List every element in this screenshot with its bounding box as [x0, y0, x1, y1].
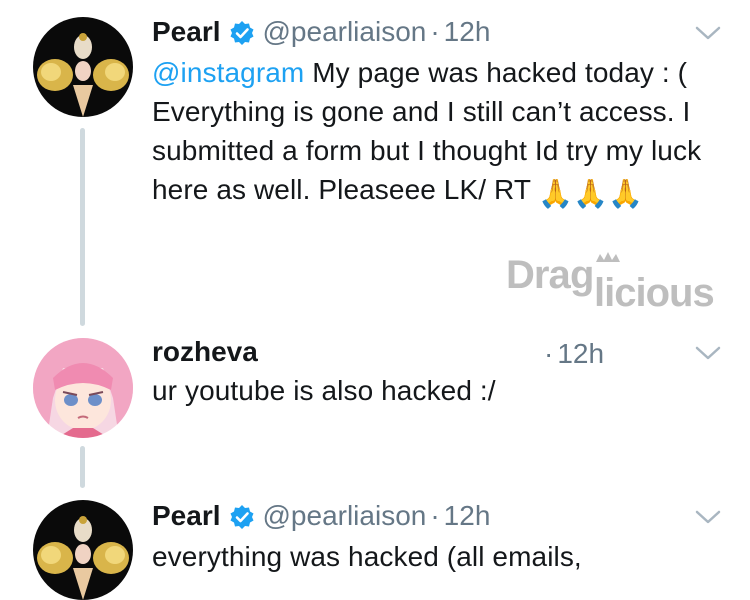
chevron-down-icon[interactable] [694, 24, 722, 42]
tweet-body: everything was hacked (all emails, [152, 541, 582, 572]
user-handle[interactable]: @pearliaison [263, 498, 427, 534]
display-name[interactable]: Pearl [152, 14, 221, 50]
avatar[interactable] [33, 338, 133, 438]
avatar[interactable] [33, 500, 133, 600]
thread-connector-line [80, 128, 85, 326]
verified-badge-icon [229, 19, 255, 45]
folded-hands-emoji: 🙏🙏🙏 [538, 178, 644, 209]
svg-text:Dra: Dra [506, 253, 571, 297]
display-name[interactable]: rozheva [152, 334, 258, 370]
tweet-text: everything was hacked (all emails, [152, 537, 712, 576]
tweet-text: ur youtube is also hacked :/ [152, 371, 712, 410]
separator-dot: · [544, 338, 554, 369]
user-handle[interactable]: @pearliaison [263, 14, 427, 50]
svg-text:g: g [570, 253, 594, 297]
timestamp[interactable]: 12h [444, 498, 491, 534]
tweet-header: Pearl @pearliaison · 12h [152, 498, 490, 534]
tweet-header: rozheva [152, 334, 258, 370]
mention-link[interactable]: @instagram [152, 57, 304, 88]
avatar[interactable] [33, 17, 133, 117]
watermark-logo: Dra g licious [504, 248, 730, 318]
svg-text:licious: licious [594, 271, 714, 315]
timestamp[interactable]: 12h [557, 338, 604, 369]
tweet-body: ur youtube is also hacked :/ [152, 375, 496, 406]
timestamp[interactable]: 12h [444, 14, 491, 50]
verified-badge-icon [229, 503, 255, 529]
chevron-down-icon[interactable] [694, 508, 722, 526]
thread-connector-line [80, 446, 85, 488]
chevron-down-icon[interactable] [694, 344, 722, 362]
separator-dot: · [430, 16, 440, 47]
tweet-text: @instagram My page was hacked today : ( … [152, 53, 712, 213]
separator-dot: · [430, 500, 440, 531]
display-name[interactable]: Pearl [152, 498, 221, 534]
tweet-header: Pearl @pearliaison · 12h [152, 14, 490, 50]
reply-timestamp: · 12h [540, 336, 604, 372]
